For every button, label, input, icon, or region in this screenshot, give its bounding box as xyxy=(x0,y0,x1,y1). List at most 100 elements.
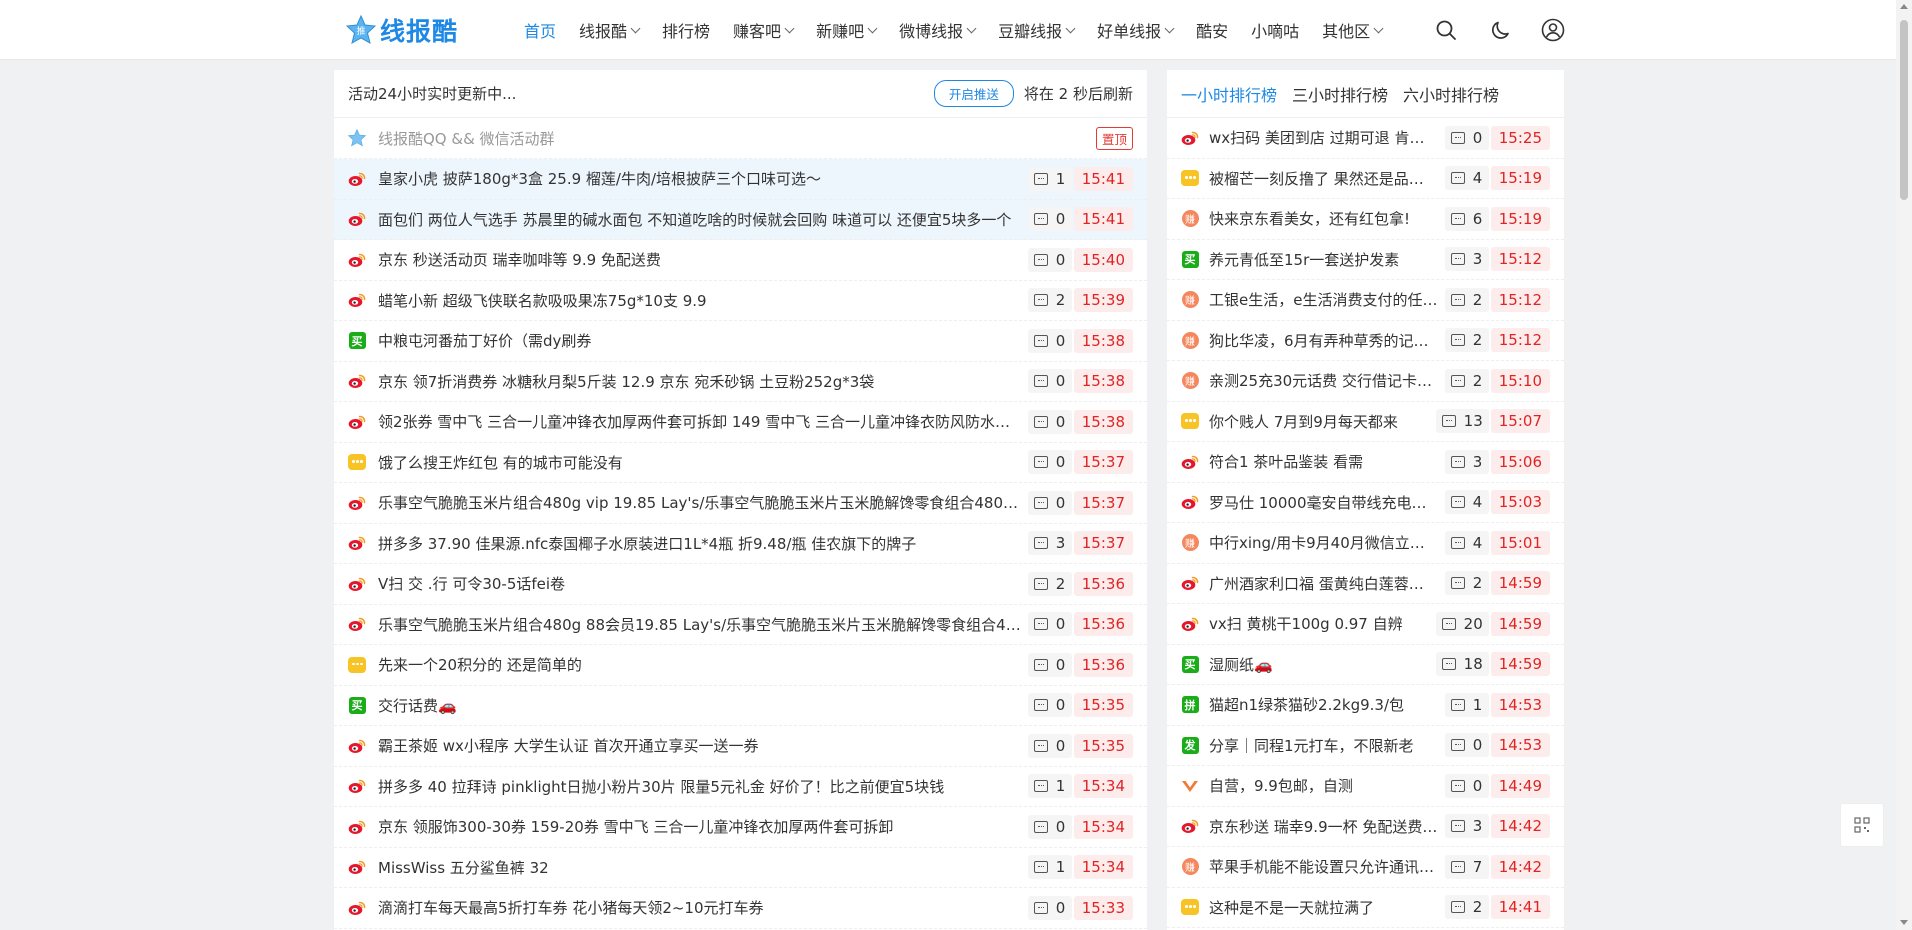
list-item[interactable]: 拼多多 37.90 佳果源.nfc泰国椰子水原装进口1L*4瓶 折9.48/瓶 … xyxy=(334,524,1147,564)
list-item[interactable]: 京东 领服饰300-30券 159-20券 雪中飞 三合一儿童冲锋衣加厚两件套可… xyxy=(334,807,1147,848)
qr-code-button[interactable] xyxy=(1840,803,1884,847)
list-item[interactable]: 这种是不是一天就拉满了 2 14:41 xyxy=(1167,888,1564,928)
item-title[interactable]: 京东 秒送活动页 瑞幸咖啡等 9.9 免配送费 xyxy=(378,249,1022,270)
item-title[interactable]: 中行xing/用卡9月40月微信立减金活动 xyxy=(1209,532,1439,553)
ranking-tab-2[interactable]: 六小时排行榜 xyxy=(1403,82,1499,106)
scrollbar-thumb[interactable] xyxy=(1900,20,1908,200)
list-item[interactable]: vx扫 黄桃干100g 0.97 自辨 20 14:59 xyxy=(1167,604,1564,645)
item-title[interactable]: 京东 领7折消费券 冰糖秋月梨5斤装 12.9 京东 宛禾砂锅 土豆粉252g*… xyxy=(378,371,1022,392)
item-title[interactable]: 养元青低至15r一套送护发素 xyxy=(1209,249,1439,270)
item-title[interactable]: 亲测25充30元话费 交行借记卡领取方法 xyxy=(1209,370,1439,391)
ranking-tab-1[interactable]: 三小时排行榜 xyxy=(1292,82,1388,106)
list-item[interactable]: 乐事空气脆脆玉米片组合480g 88会员19.85 Lay's/乐事空气脆脆玉米… xyxy=(334,605,1147,645)
item-title[interactable]: 湿厕纸🚗 xyxy=(1209,654,1430,675)
list-item[interactable]: 买湿厕纸🚗 18 14:59 xyxy=(1167,645,1564,685)
nav-item-4[interactable]: 新赚吧 xyxy=(816,18,878,42)
list-item[interactable]: 赚工银e生活，e生活消费支付的任务完成奖励 2 15:12 xyxy=(1167,280,1564,321)
list-item[interactable]: V扫 交 .行 可令30-5话fei卷 2 15:36 xyxy=(334,564,1147,605)
list-item[interactable]: 皇家小虎 披萨180g*3盒 25.9 榴莲/牛肉/培根披萨三个口味可选～ 1 15… xyxy=(334,159,1147,200)
item-title[interactable]: 霸王茶姬 wx小程序 大学生认证 首次开通立享买一送一券 xyxy=(378,735,1022,756)
list-item[interactable]: 面包们 两位人气选手 苏晨里的碱水面包 不知道吃啥的时候就会回购 味道可以 还便… xyxy=(334,199,1147,240)
item-title[interactable]: 皇家小虎 披萨180g*3盒 25.9 榴莲/牛肉/培根披萨三个口味可选～ xyxy=(378,168,1022,189)
item-title[interactable]: 快来京东看美女，还有红包拿! xyxy=(1209,208,1439,229)
list-item[interactable]: 先来一个20积分的 还是简单的 0 15:36 xyxy=(334,645,1147,686)
site-logo[interactable]: 推 线报酷 xyxy=(346,12,458,48)
list-item[interactable]: 赚快来京东看美女，还有红包拿! 6 15:19 xyxy=(1167,199,1564,240)
item-title[interactable]: 被榴芒一刻反撸了 果然还是品牌的好吃 xyxy=(1209,168,1439,189)
item-title[interactable]: 饿了么搜王炸红包 有的城市可能没有 xyxy=(378,452,1022,473)
dark-mode-moon-icon[interactable] xyxy=(1489,18,1513,42)
list-item[interactable]: 赚苹果手机能不能设置只允许通讯录的人打进来 7 14:42 xyxy=(1167,847,1564,888)
nav-item-3[interactable]: 赚客吧 xyxy=(733,18,795,42)
nav-item-5[interactable]: 微博线报 xyxy=(899,18,977,42)
search-icon[interactable] xyxy=(1434,18,1458,42)
item-title[interactable]: 面包们 两位人气选手 苏晨里的碱水面包 不知道吃啥的时候就会回购 味道可以 还便… xyxy=(378,209,1022,230)
list-item[interactable]: 滴滴打车每天最高5折打车券 花小猪每天领2~10元打车券 0 15:33 xyxy=(334,888,1147,929)
list-item[interactable]: 蜡笔小新 超级飞侠联名款吸吸果冻75g*10支 9.9 2 15:39 xyxy=(334,281,1147,321)
item-title[interactable]: 罗马仕 10000毫安自带线充电宝 4.9 包邮 xyxy=(1209,492,1439,513)
list-item[interactable]: 广州酒家利口福 蛋黄纯白莲蓉月饼礼盒 2 14:59 xyxy=(1167,564,1564,604)
list-item[interactable]: 买中粮屯河番茄丁好价（需dy刷券 0 15:38 xyxy=(334,321,1147,362)
list-item[interactable]: 拼猫超n1绿茶猫砂2.2kg9.3/包 1 14:53 xyxy=(1167,685,1564,726)
item-title[interactable]: 交行话费🚗 xyxy=(378,695,1022,716)
list-item[interactable]: 被榴芒一刻反撸了 果然还是品牌的好吃 4 15:19 xyxy=(1167,159,1564,199)
list-item[interactable]: 赚狗比华凌，6月有弄种草秀的记得看看 2 15:12 xyxy=(1167,321,1564,361)
scroll-up-arrow[interactable] xyxy=(1900,4,1908,9)
nav-item-6[interactable]: 豆瓣线报 xyxy=(998,18,1076,42)
list-item[interactable]: MissWiss 五分鲨鱼裤 32 1 15:34 xyxy=(334,848,1147,888)
item-title[interactable]: 京东秒送 瑞幸9.9一杯 免配送费 需要领券 xyxy=(1209,816,1439,837)
list-item[interactable]: wx扫码 美团到店 过期可退 肯德基疯狂星期四 0 15:25 xyxy=(1167,118,1564,159)
item-title[interactable]: 乐事空气脆脆玉米片组合480g vip 19.85 Lay's/乐事空气脆脆玉米… xyxy=(378,492,1022,513)
item-title[interactable]: 先来一个20积分的 还是简单的 xyxy=(378,654,1022,675)
list-item[interactable]: 自营，9.9包邮，自测 0 14:49 xyxy=(1167,766,1564,807)
nav-item-7[interactable]: 好单线报 xyxy=(1097,18,1175,42)
nav-item-10[interactable]: 其他区 xyxy=(1322,18,1384,42)
item-title[interactable]: 中粮屯河番茄丁好价（需dy刷券 xyxy=(378,330,1022,351)
ranking-tab-0[interactable]: 一小时排行榜 xyxy=(1181,82,1277,106)
item-title[interactable]: 滴滴打车每天最高5折打车券 花小猪每天领2~10元打车券 xyxy=(378,897,1022,918)
nav-item-0[interactable]: 首页 xyxy=(524,18,556,42)
item-title[interactable]: 蜡笔小新 超级飞侠联名款吸吸果冻75g*10支 9.9 xyxy=(378,290,1022,311)
nav-item-2[interactable]: 排行榜 xyxy=(662,18,710,42)
item-title[interactable]: 自营，9.9包邮，自测 xyxy=(1209,775,1439,796)
item-title[interactable]: 拼多多 40 拉拜诗 pinklight日抛小粉片30片 限量5元礼金 好价了！… xyxy=(378,776,1022,797)
list-item[interactable]: 京东秒送 瑞幸9.9一杯 免配送费 需要领券 3 14:42 xyxy=(1167,807,1564,847)
list-item[interactable]: 你个贱人 7月到9月每天都来 13 15:07 xyxy=(1167,402,1564,442)
nav-item-1[interactable]: 线报酷 xyxy=(579,18,641,42)
list-item[interactable]: 买交行话费🚗 0 15:35 xyxy=(334,686,1147,726)
item-title[interactable]: 领2张券 雪中飞 三合一儿童冲锋衣加厚两件套可拆卸 149 雪中飞 三合一儿童冲… xyxy=(378,411,1022,432)
list-item[interactable]: 赚中行xing/用卡9月40月微信立减金活动 4 15:01 xyxy=(1167,523,1564,564)
nav-item-9[interactable]: 小嘀咕 xyxy=(1251,18,1299,42)
item-title[interactable]: vx扫 黄桃干100g 0.97 自辨 xyxy=(1209,613,1430,634)
item-title[interactable]: 工银e生活，e生活消费支付的任务完成奖励 xyxy=(1209,289,1439,310)
user-avatar-icon[interactable] xyxy=(1541,18,1565,42)
item-title[interactable]: wx扫码 美团到店 过期可退 肯德基疯狂星期四 xyxy=(1209,127,1439,148)
item-title[interactable]: 拼多多 37.90 佳果源.nfc泰国椰子水原装进口1L*4瓶 折9.48/瓶 … xyxy=(378,533,1022,554)
item-title[interactable]: 符合1 茶叶品鉴装 看需 xyxy=(1209,451,1439,472)
item-title[interactable]: 分享｜同程1元打车，不限新老 xyxy=(1209,735,1439,756)
item-title[interactable]: MissWiss 五分鲨鱼裤 32 xyxy=(378,857,1022,878)
item-title[interactable]: 这种是不是一天就拉满了 xyxy=(1209,897,1439,918)
pinned-row[interactable]: 线报酷QQ && 微信活动群 置顶 xyxy=(334,118,1147,159)
list-item[interactable]: 赚亲测25充30元话费 交行借记卡领取方法 2 15:10 xyxy=(1167,361,1564,402)
list-item[interactable]: 符合1 茶叶品鉴装 看需 3 15:06 xyxy=(1167,442,1564,483)
list-item[interactable]: 罗马仕 10000毫安自带线充电宝 4.9 包邮 4 15:03 xyxy=(1167,483,1564,523)
item-title[interactable]: 京东 领服饰300-30券 159-20券 雪中飞 三合一儿童冲锋衣加厚两件套可… xyxy=(378,816,1022,837)
nav-item-8[interactable]: 酷安 xyxy=(1196,18,1228,42)
item-title[interactable]: 乐事空气脆脆玉米片组合480g 88会员19.85 Lay's/乐事空气脆脆玉米… xyxy=(378,614,1022,635)
list-item[interactable]: 饿了么搜王炸红包 有的城市可能没有 0 15:37 xyxy=(334,443,1147,483)
enable-push-button[interactable]: 开启推送 xyxy=(933,80,1014,107)
list-item[interactable]: 乐事空气脆脆玉米片组合480g vip 19.85 Lay's/乐事空气脆脆玉米… xyxy=(334,483,1147,524)
scroll-down-arrow[interactable] xyxy=(1900,920,1908,925)
list-item[interactable]: 霸王茶姬 wx小程序 大学生认证 首次开通立享买一送一券 0 15:35 xyxy=(334,726,1147,767)
list-item[interactable]: 京东 领7折消费券 冰糖秋月梨5斤装 12.9 京东 宛禾砂锅 土豆粉252g*… xyxy=(334,362,1147,402)
list-item[interactable]: 京东 秒送活动页 瑞幸咖啡等 9.9 免配送费 0 15:40 xyxy=(334,240,1147,281)
item-title[interactable]: V扫 交 .行 可令30-5话fei卷 xyxy=(378,573,1022,594)
list-item[interactable]: 买养元青低至15r一套送护发素 3 15:12 xyxy=(1167,240,1564,280)
item-title[interactable]: 狗比华凌，6月有弄种草秀的记得看看 xyxy=(1209,330,1439,351)
item-title[interactable]: 苹果手机能不能设置只允许通讯录的人打进来 xyxy=(1209,856,1439,877)
list-item[interactable]: 发分享｜同程1元打车，不限新老 0 14:53 xyxy=(1167,726,1564,766)
item-title[interactable]: 广州酒家利口福 蛋黄纯白莲蓉月饼礼盒 xyxy=(1209,573,1439,594)
item-title[interactable]: 你个贱人 7月到9月每天都来 xyxy=(1209,411,1430,432)
list-item[interactable]: 拼多多 40 拉拜诗 pinklight日抛小粉片30片 限量5元礼金 好价了！… xyxy=(334,767,1147,807)
